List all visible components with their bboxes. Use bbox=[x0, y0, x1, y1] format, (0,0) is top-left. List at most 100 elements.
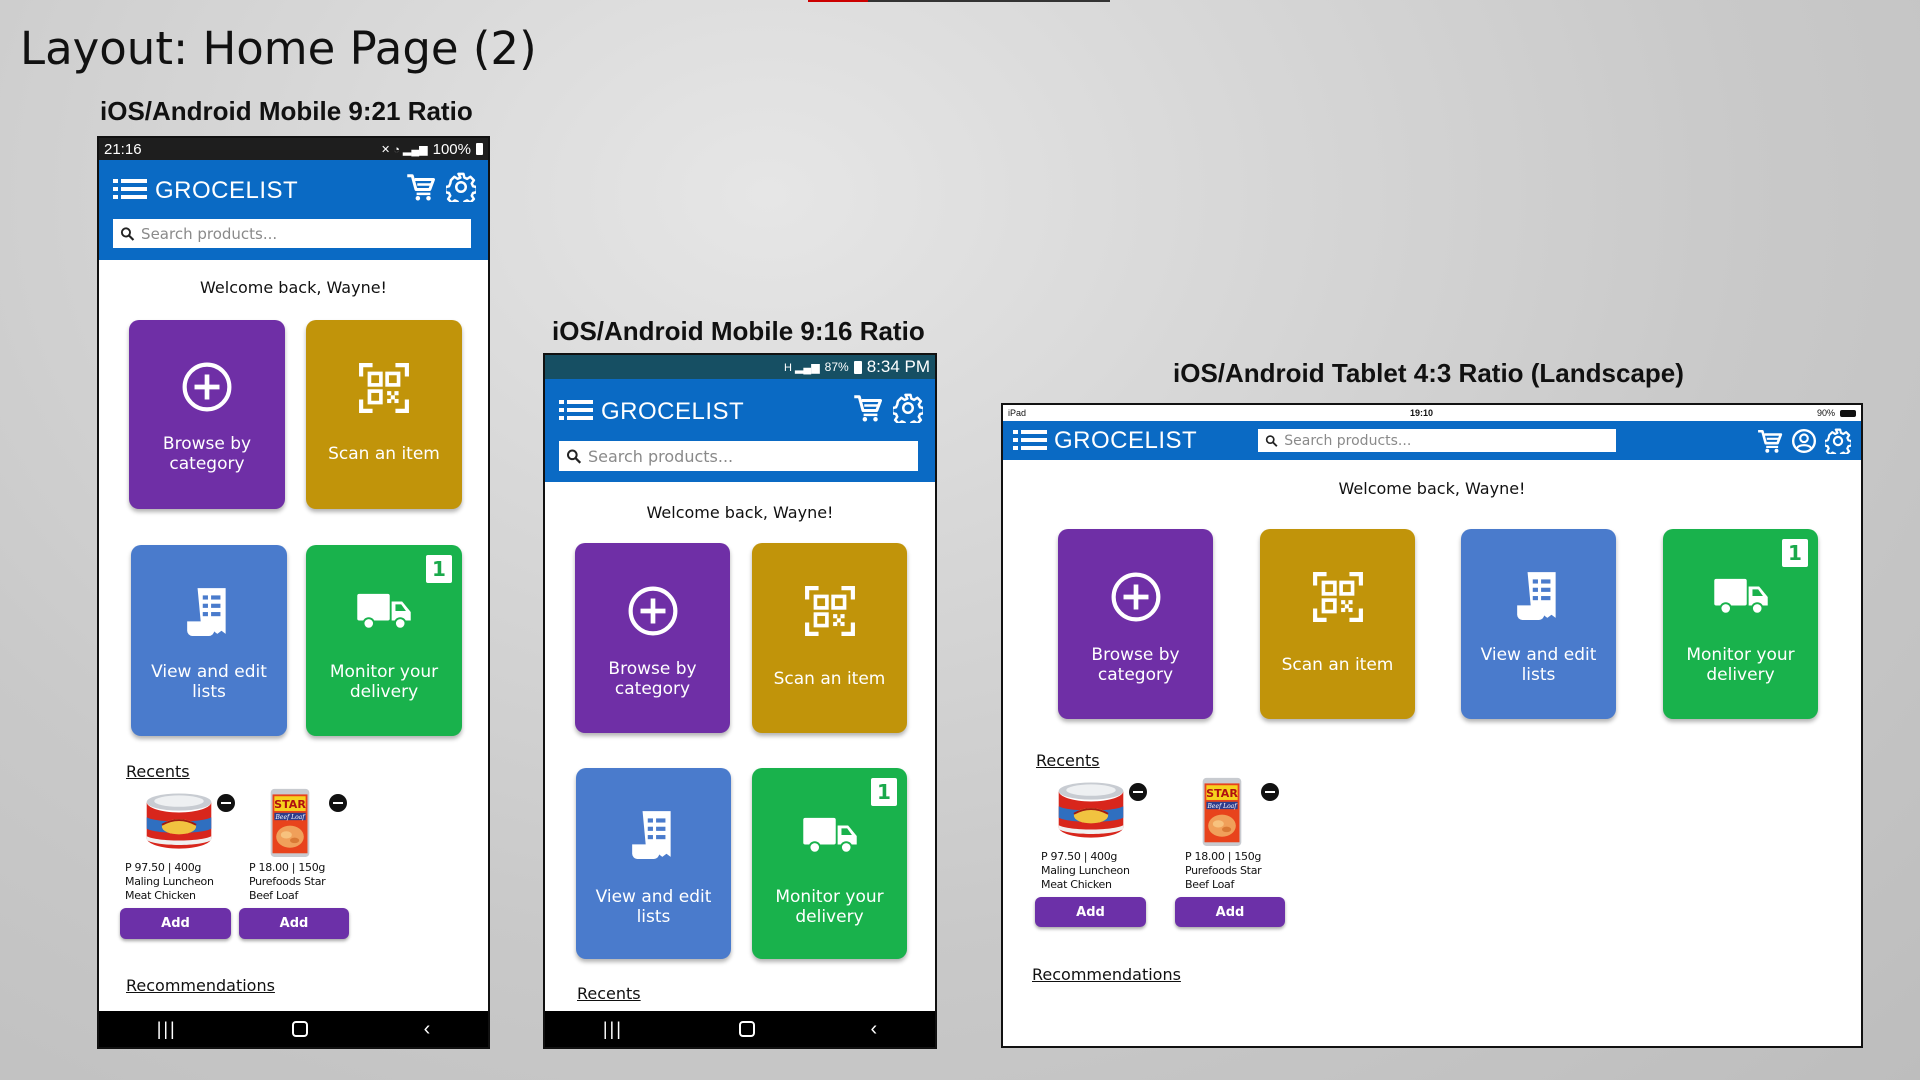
product-name-line2: Meat Chicken bbox=[1041, 877, 1112, 891]
signal-icon: ✕ ◔ ▂▄▆ bbox=[380, 143, 428, 156]
product-name-line2: Beef Loaf bbox=[249, 888, 299, 902]
home-nav-icon[interactable] bbox=[292, 1021, 309, 1037]
cart-icon[interactable] bbox=[853, 393, 883, 423]
browse-tile-label: Browse by category bbox=[162, 434, 252, 475]
qr-code-icon bbox=[804, 585, 856, 637]
add-button[interactable]: Add bbox=[1175, 897, 1285, 927]
add-button[interactable]: Add bbox=[239, 908, 349, 939]
product-name-line2: Meat Chicken bbox=[125, 888, 196, 902]
recents-heading: Recents bbox=[126, 762, 190, 781]
maling-can-image bbox=[1053, 777, 1129, 845]
scan-item-tile[interactable]: Scan an item bbox=[1260, 529, 1415, 719]
battery-icon bbox=[1840, 409, 1856, 417]
status-time: 21:16 bbox=[104, 140, 142, 158]
android-nav-bar: ||| ‹ bbox=[99, 1011, 488, 1047]
gear-icon[interactable] bbox=[893, 393, 923, 423]
status-device: iPad bbox=[1008, 408, 1027, 418]
view-lists-tile[interactable]: View and edit lists bbox=[131, 545, 287, 736]
menu-icon[interactable] bbox=[113, 179, 147, 199]
search-input[interactable] bbox=[1284, 432, 1616, 449]
welcome-text: Welcome back, Wayne! bbox=[200, 278, 387, 297]
product-name-line1: Maling Luncheon bbox=[1041, 863, 1130, 877]
view-lists-tile[interactable]: View and edit lists bbox=[1461, 529, 1616, 719]
browse-tile-label: Browse by category bbox=[1091, 645, 1180, 686]
status-time: 19:10 bbox=[1409, 408, 1434, 418]
search-bar[interactable] bbox=[559, 441, 918, 471]
product-price: P 97.50 | 400g bbox=[125, 861, 202, 874]
browse-tile-label: Browse by category bbox=[608, 659, 697, 700]
user-icon[interactable] bbox=[1791, 428, 1817, 454]
cart-icon[interactable] bbox=[1757, 428, 1783, 454]
back-nav-icon[interactable]: ‹ bbox=[424, 1018, 431, 1041]
delivery-tile-label: Monitor your delivery bbox=[1686, 645, 1795, 686]
cart-icon[interactable] bbox=[406, 172, 436, 202]
label-mobile-9-16: iOS/Android Mobile 9:16 Ratio bbox=[552, 316, 925, 346]
scan-tile-label: Scan an item bbox=[1281, 655, 1394, 675]
home-nav-icon[interactable] bbox=[738, 1021, 755, 1037]
recents-heading: Recents bbox=[1036, 751, 1100, 770]
status-bar: iPad 19:10 90% bbox=[1003, 405, 1861, 421]
star-can-image bbox=[267, 785, 313, 859]
receipt-icon bbox=[1513, 569, 1565, 621]
remove-icon[interactable] bbox=[217, 794, 235, 812]
app-header: GROCELIST bbox=[545, 379, 935, 482]
remove-icon[interactable] bbox=[329, 794, 347, 812]
scan-item-tile[interactable]: Scan an item bbox=[752, 543, 907, 733]
welcome-text: Welcome back, Wayne! bbox=[646, 503, 834, 522]
battery-level: 90% bbox=[1816, 408, 1835, 418]
battery-icon bbox=[853, 360, 862, 374]
battery-icon bbox=[476, 143, 483, 155]
product-name-line2: Beef Loaf bbox=[1185, 877, 1235, 891]
search-bar[interactable] bbox=[113, 219, 471, 248]
lists-tile-label: View and edit lists bbox=[1480, 645, 1597, 686]
monitor-delivery-tile[interactable]: 1 Monitor your delivery bbox=[306, 545, 462, 736]
search-input[interactable] bbox=[587, 446, 918, 466]
monitor-delivery-tile[interactable]: 1 Monitor your delivery bbox=[752, 768, 907, 959]
recents-nav-icon[interactable]: ||| bbox=[603, 1019, 623, 1040]
app-brand: GROCELIST bbox=[155, 177, 299, 204]
add-button[interactable]: Add bbox=[120, 908, 231, 939]
plus-circle-icon bbox=[181, 361, 233, 413]
lists-tile-label: View and edit lists bbox=[595, 887, 712, 928]
truck-icon bbox=[1712, 575, 1770, 617]
monitor-delivery-tile[interactable]: 1 Monitor your delivery bbox=[1663, 529, 1818, 719]
status-time: 8:34 PM bbox=[866, 357, 930, 376]
device-tablet: iPad 19:10 90% GROCELIST Welcome back, W… bbox=[1001, 403, 1863, 1048]
plus-circle-icon bbox=[627, 585, 679, 637]
delivery-badge: 1 bbox=[1782, 539, 1808, 567]
recommendations-heading: Recommendations bbox=[126, 976, 275, 995]
plus-circle-icon bbox=[1110, 571, 1162, 623]
gear-icon[interactable] bbox=[446, 172, 476, 202]
battery-level: 87% bbox=[824, 360, 849, 374]
view-lists-tile[interactable]: View and edit lists bbox=[576, 768, 731, 959]
truck-icon bbox=[355, 590, 413, 632]
status-bar: 21:16 ✕ ◔ ▂▄▆ 100% bbox=[99, 138, 488, 160]
signal-icon: H ▂▄▆ bbox=[783, 361, 820, 374]
add-button[interactable]: Add bbox=[1035, 897, 1146, 927]
scan-tile-label: Scan an item bbox=[773, 669, 886, 689]
menu-icon[interactable] bbox=[1013, 430, 1047, 450]
search-input[interactable] bbox=[141, 224, 471, 243]
recents-nav-icon[interactable]: ||| bbox=[157, 1019, 177, 1040]
delivery-badge: 1 bbox=[426, 555, 452, 583]
browse-category-tile[interactable]: Browse by category bbox=[1058, 529, 1213, 719]
receipt-icon bbox=[183, 585, 235, 637]
remove-icon[interactable] bbox=[1261, 783, 1279, 801]
menu-icon[interactable] bbox=[559, 400, 593, 420]
browse-category-tile[interactable]: Browse by category bbox=[575, 543, 730, 733]
product-price: P 97.50 | 400g bbox=[1041, 850, 1118, 863]
remove-icon[interactable] bbox=[1129, 783, 1147, 801]
scan-item-tile[interactable]: Scan an item bbox=[306, 320, 462, 509]
star-can-image bbox=[1199, 774, 1245, 848]
search-bar[interactable] bbox=[1258, 429, 1616, 452]
search-icon bbox=[1265, 434, 1278, 448]
qr-code-icon bbox=[358, 362, 410, 414]
product-price: P 18.00 | 150g bbox=[1185, 850, 1262, 863]
app-header: GROCELIST bbox=[1003, 421, 1861, 460]
product-price: P 18.00 | 150g bbox=[249, 861, 326, 874]
gear-icon[interactable] bbox=[1825, 428, 1851, 454]
battery-level: 100% bbox=[432, 140, 471, 158]
browse-category-tile[interactable]: Browse by category bbox=[129, 320, 285, 509]
qr-code-icon bbox=[1312, 571, 1364, 623]
back-nav-icon[interactable]: ‹ bbox=[870, 1018, 877, 1041]
